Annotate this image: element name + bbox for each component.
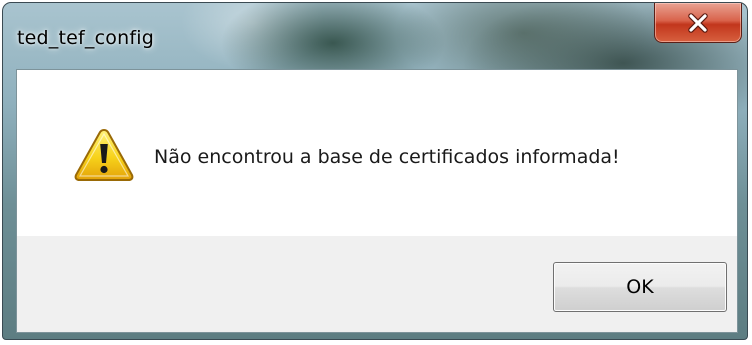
dialog-body: Não encontrou a base de certificados inf… bbox=[16, 69, 738, 333]
message-area: Não encontrou a base de certificados inf… bbox=[17, 70, 737, 236]
close-icon bbox=[688, 12, 708, 33]
ok-button[interactable]: OK bbox=[553, 262, 727, 312]
close-button[interactable] bbox=[654, 3, 742, 43]
warning-icon bbox=[74, 128, 134, 181]
button-bar: OK bbox=[17, 236, 737, 332]
message-text: Não encontrou a base de certificados inf… bbox=[154, 146, 620, 168]
title-bar[interactable]: ted_tef_config bbox=[3, 3, 747, 65]
dialog-window: ted_tef_config Não encontrou a base de c… bbox=[2, 2, 748, 340]
window-title: ted_tef_config bbox=[17, 27, 154, 49]
